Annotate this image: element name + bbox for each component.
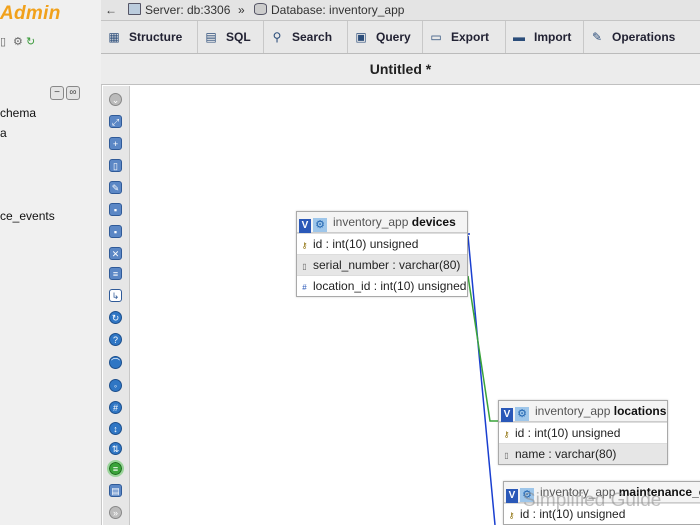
gear-icon[interactable]: ⚙ [515,407,529,421]
wrench-icon: ✎ [591,30,603,44]
nav-item-events[interactable]: ce_events [0,209,55,223]
relation-icon[interactable]: ↳ [109,289,122,302]
grid-icon[interactable]: # [109,401,122,414]
column-icon: ▯ [504,451,509,460]
add-tables-icon[interactable]: + [109,137,122,150]
page-icon[interactable]: ▯ [0,37,11,48]
search-icon: ⚲ [272,30,282,44]
nav-icon-row: ▯ ⚙ ↻ [0,37,37,48]
table-row[interactable]: ▯ serial_number : varchar(80) [297,254,467,275]
database-icon [254,3,267,15]
sql-icon: ▤ [205,30,217,44]
query-icon: ▣ [355,30,367,44]
breadcrumb-separator: » [238,3,245,17]
edit-page-icon[interactable]: ✎ [109,181,122,194]
export-icon: ▭ [430,30,442,44]
table-devices-header[interactable]: V ⚙ inventory_app devices [297,212,467,233]
angular-links-icon[interactable]: ⌒ [109,356,122,369]
tab-import[interactable]: ▬ Import [506,21,584,53]
breadcrumb-database[interactable]: Database: inventory_app [254,3,404,17]
toggle-menu-bottom-icon[interactable]: » [109,506,122,519]
toggle-small-big-icon[interactable]: ⇅ [109,442,122,455]
table-devices[interactable]: V ⚙ inventory_app devices ⚷ id : int(10) un… [296,211,468,297]
pdf-schema-icon[interactable]: ≡ [107,460,124,477]
table-list-icon[interactable]: ≡ [109,267,122,280]
save-as-icon[interactable]: ▪ [109,225,122,238]
tab-sql[interactable]: ▤ SQL [198,21,264,53]
small-big-icon[interactable]: ↕ [109,422,122,435]
import-icon: ▬ [513,30,525,44]
designer-canvas[interactable]: V ⚙ inventory_app devices ⚷ id : int(10) un… [130,86,700,525]
delete-page-icon[interactable]: ✕ [109,247,122,260]
link-icon[interactable]: ∞ [66,86,80,100]
export-schema-icon[interactable]: ▤ [109,484,122,497]
toggle-columns-icon[interactable]: V [501,408,513,422]
toggle-columns-icon[interactable]: V [299,219,311,233]
structure-icon: ▦ [108,30,120,44]
foreign-key-icon: # [302,283,307,292]
breadcrumb: ← Server: db:3306 » Database: inventory_… [101,0,700,21]
fullscreen-icon[interactable]: ⤢ [109,115,122,128]
table-row[interactable]: # location_id : int(10) unsigned [297,275,467,296]
key-icon: ⚷ [508,511,515,520]
server-icon [128,3,141,15]
gear-icon[interactable]: ⚙ [313,218,327,232]
breadcrumb-arrow-icon[interactable]: ← [105,3,117,17]
help-icon[interactable]: ? [109,333,122,346]
nav-item-collapsed-1[interactable]: a [0,126,7,140]
main-menu: ▦ Structure ▤ SQL ⚲ Search ▣ Query ▭ Export ▬… [101,21,700,54]
collapse-all-icon[interactable]: − [50,86,64,100]
key-icon: ⚷ [301,241,308,250]
new-page-icon[interactable]: ▯ [109,159,122,172]
table-row[interactable]: ▯ name : varchar(80) [499,443,667,464]
tab-operations[interactable]: ✎ Operations [584,21,700,53]
table-locations-header[interactable]: V ⚙ inventory_app locations [499,401,667,422]
tab-export[interactable]: ▭ Export [423,21,506,53]
table-row[interactable]: ⚷ id : int(10) unsigned [297,233,467,254]
tab-structure[interactable]: ▦ Structure [101,21,198,53]
gear-icon[interactable]: ⚙ [13,37,24,48]
snap-grid-icon[interactable]: ◦ [109,379,122,392]
tab-query[interactable]: ▣ Query [348,21,423,53]
key-icon: ⚷ [503,430,510,439]
page-title: Untitled * [101,54,700,85]
save-icon[interactable]: ▪ [109,203,122,216]
toggle-menu-icon[interactable]: ⌄ [109,93,122,106]
designer-toolbar: ⌄ ⤢ + ▯ ✎ ▪ ▪ ✕ ≡ ↳ ↻ ? ⌒ ◦ # ↕ ⇅ ≡ ▤ » [103,86,130,525]
table-name: devices [411,215,456,229]
watermark: Simplified Guide [523,490,662,511]
reload-icon[interactable]: ↻ [26,37,37,48]
column-icon: ▯ [302,262,307,271]
navigation-panel: Admin ▯ ⚙ ↻ − ∞ chema a ce_events [0,0,102,525]
relation-line-devices-maintenance [467,235,496,525]
table-row[interactable]: ⚷ id : int(10) unsigned [499,422,667,443]
tab-search[interactable]: ⚲ Search [264,21,348,53]
table-name: locations [613,404,667,418]
table-locations[interactable]: V ⚙ inventory_app locations ⚷ id : int(10) … [498,400,668,465]
reload-icon[interactable]: ↻ [109,311,122,324]
nav-item-schema[interactable]: chema [0,106,36,120]
toggle-columns-icon[interactable]: V [506,489,518,503]
breadcrumb-server[interactable]: Server: db:3306 [128,3,230,17]
app-logo[interactable]: Admin [0,3,61,25]
